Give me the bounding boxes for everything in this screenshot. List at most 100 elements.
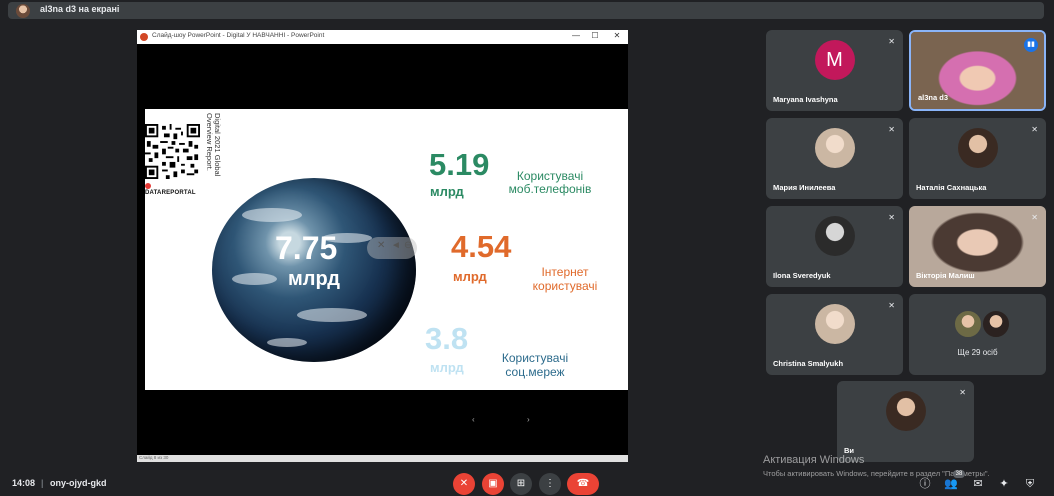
avatar <box>982 310 1010 338</box>
close-button[interactable]: ✕ <box>611 31 623 40</box>
minimize-button[interactable]: — <box>570 31 582 40</box>
people-button[interactable]: 👥 <box>943 476 959 492</box>
avatar <box>885 391 926 431</box>
avatar: M <box>814 40 855 80</box>
internet-users-value: 4.54 <box>451 229 512 264</box>
audio-indicator-icon: ▮▮ <box>1024 38 1038 52</box>
vertical-title-line1: Digital 2021 Global <box>213 113 222 177</box>
presenter-bar: al3na d3 на екрані <box>0 0 1054 22</box>
participant-tile[interactable]: ✕ Christina Smalyukh <box>766 294 903 375</box>
cloud-shape <box>267 338 307 347</box>
world-population-unit: млрд <box>288 268 340 290</box>
social-users-value: 3.8 <box>425 321 469 356</box>
presenter-avatar <box>16 4 30 18</box>
more-vert-icon: ⋮ <box>545 478 555 489</box>
qr-code <box>145 124 200 179</box>
internet-users-label: Інтернет користувачі <box>520 265 610 293</box>
people-icon: 👥 <box>944 478 958 490</box>
internet-users-unit: млрд <box>453 269 487 284</box>
participant-tile[interactable]: ✕ Мария Инилеева <box>766 118 903 199</box>
prev-slide-button[interactable]: ‹ <box>472 415 475 424</box>
datareportal-text: DATAREPORTAL <box>145 190 196 196</box>
leave-call-button[interactable]: ☎ <box>567 473 599 495</box>
participant-count-badge: 38 <box>953 470 965 478</box>
avatar <box>814 216 855 256</box>
meeting-details-button[interactable]: ⓘ <box>917 476 933 492</box>
more-participants-tile[interactable]: Ще 29 осіб <box>909 294 1046 375</box>
powerpoint-statusbar: Слайд 8 из 30 <box>137 455 628 462</box>
cloud-shape <box>242 208 302 222</box>
participant-tile[interactable]: ✕ Наталія Сахнацька <box>909 118 1046 199</box>
participant-name: Christina Smalyukh <box>773 359 844 368</box>
volume-icon[interactable]: ◄ <box>391 240 401 251</box>
social-users-label: Користувачі соц.мереж <box>491 351 579 379</box>
participant-name: Ilona Sveredyuk <box>773 271 831 280</box>
datareportal-logo: DATAREPORTAL <box>145 183 200 196</box>
avatar <box>814 128 855 168</box>
participant-name: Maryana Ivashyna <box>773 95 838 104</box>
clock: 14:08 <box>12 478 36 488</box>
social-users-label-line1: Користувачі <box>501 351 569 365</box>
meeting-code: ony-ojyd-gkd <box>50 478 107 488</box>
presenter-label: al3na d3 на екрані <box>40 4 120 14</box>
camera-off-icon: ▣ <box>488 478 498 489</box>
mic-off-icon: ✕ <box>1031 213 1038 222</box>
meeting-controls-bar: 14:08 | ony-ojyd-gkd ✕ ▣ ⊞ ⋮ ☎ ⓘ 👥 ✉ ✦ ⛨ <box>0 472 1054 496</box>
world-population-value: 7.75 <box>275 230 338 266</box>
mobile-users-label: Користувачі моб.телефонів <box>500 170 600 196</box>
participant-tile-active[interactable]: ▮▮ al3na d3 <box>909 30 1046 111</box>
mic-off-icon: ✕ <box>459 478 469 489</box>
participant-tile[interactable]: M ✕ Maryana Ivashyna <box>766 30 903 111</box>
avatar <box>957 128 998 168</box>
participant-tile-self[interactable]: ✕ Ви <box>837 381 974 462</box>
mic-off-icon[interactable]: ✕ <box>377 240 385 251</box>
present-screen-icon: ⊞ <box>516 478 526 489</box>
participant-tile[interactable]: ✕ Вікторія Малиш <box>909 206 1046 287</box>
chat-icon: ✉ <box>973 478 983 490</box>
more-participants-label: Ще 29 осіб <box>957 348 998 357</box>
participant-tile[interactable]: ✕ Ilona Sveredyuk <box>766 206 903 287</box>
next-slide-button[interactable]: › <box>527 415 530 424</box>
internet-users-label-line1: Інтернет <box>541 265 589 279</box>
powerpoint-titlebar: Слайд-шоу PowerPoint - Digital У НАВЧАНН… <box>137 30 628 44</box>
mic-off-icon: ✕ <box>959 388 966 397</box>
mic-off-icon: ✕ <box>888 213 895 222</box>
powerpoint-icon <box>140 33 148 41</box>
participant-name: Мария Инилеева <box>773 183 836 192</box>
info-icon: ⓘ <box>919 478 931 490</box>
mic-off-icon: ✕ <box>1031 125 1038 134</box>
mobile-users-unit: млрд <box>430 184 464 199</box>
social-users-unit: млрд <box>430 360 464 375</box>
mobile-users-label-line2: моб.телефонів <box>508 182 592 196</box>
vertical-title-line2: Overview Report. <box>205 113 214 171</box>
participant-name: Наталія Сахнацька <box>916 183 987 192</box>
mic-toggle-button[interactable]: ✕ <box>453 473 475 495</box>
minus-circle-icon[interactable]: ⊖ <box>404 240 412 251</box>
shield-icon: ⛨ <box>1025 478 1035 490</box>
more-participants-avatars <box>954 310 1010 338</box>
activities-button[interactable]: ✦ <box>996 476 1012 492</box>
mic-off-icon: ✕ <box>888 301 895 310</box>
presenter-pill: al3na d3 на екрані <box>8 2 1044 19</box>
maximize-button[interactable]: ☐ <box>589 31 601 40</box>
camera-toggle-button[interactable]: ▣ <box>482 473 504 495</box>
mic-off-icon: ✕ <box>888 125 895 134</box>
host-controls-button[interactable]: ⛨ <box>1022 476 1038 492</box>
mobile-users-value: 5.19 <box>429 147 490 182</box>
hang-up-icon: ☎ <box>576 478 590 489</box>
activities-icon: ✦ <box>999 478 1009 490</box>
avatar <box>814 304 855 344</box>
mobile-users-label-line1: Користувачі <box>516 169 584 183</box>
slideshow-overlay-controls[interactable]: ✕ ◄ ⊖ <box>367 237 417 259</box>
more-options-button[interactable]: ⋮ <box>539 473 561 495</box>
participant-name: al3na d3 <box>918 93 949 102</box>
chat-button[interactable]: ✉ <box>970 476 986 492</box>
mic-off-icon: ✕ <box>888 37 895 46</box>
cloud-shape <box>232 273 277 285</box>
participant-name: Вікторія Малиш <box>916 271 975 280</box>
vertical-report-title: Digital 2021 Global Overview Report. <box>205 113 223 195</box>
present-button[interactable]: ⊞ <box>510 473 532 495</box>
powerpoint-window-title: Слайд-шоу PowerPoint - Digital У НАВЧАНН… <box>152 32 325 39</box>
datareportal-dot-icon <box>145 183 151 189</box>
internet-users-label-line2: користувачі <box>532 279 598 293</box>
